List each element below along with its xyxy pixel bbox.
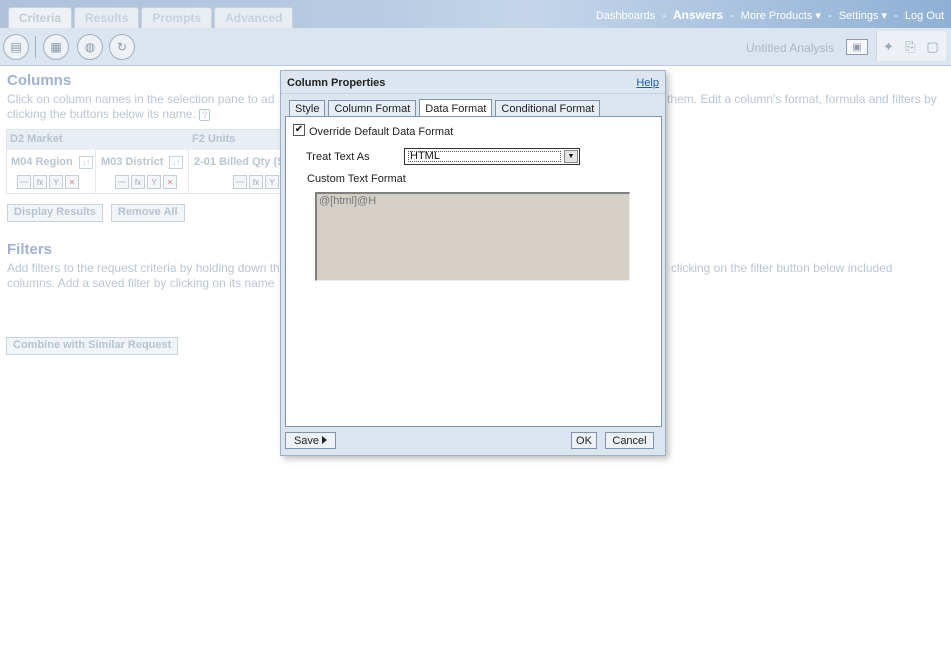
chevron-down-icon[interactable]: ▾ (815, 10, 821, 22)
formula-icon[interactable]: fx (249, 175, 263, 189)
delete-icon[interactable]: ✕ (65, 175, 79, 189)
columns-heading: Columns (7, 72, 72, 89)
nav-separator: - (827, 10, 832, 22)
dialog-titlebar: Column Properties Help (281, 71, 665, 94)
column-properties-icon[interactable]: 〰 (115, 175, 129, 189)
custom-format-textarea[interactable]: @[html]@H (315, 192, 630, 281)
column-properties-dialog: Column Properties Help Style Column Form… (280, 70, 666, 456)
treat-text-label: Treat Text As (306, 151, 370, 163)
custom-format-label: Custom Text Format (307, 173, 406, 185)
treat-text-select[interactable]: HTML ▼ (404, 148, 580, 165)
save-button[interactable]: Save (285, 432, 336, 449)
column-name[interactable]: 2-01 Billed Qty (S (194, 156, 284, 168)
column-name[interactable]: M04 Region (11, 156, 73, 168)
column-group-header: F2 Units (189, 130, 285, 150)
nav-separator: - (894, 10, 898, 22)
top-header: Criteria Results Prompts Advanced Dashbo… (0, 0, 951, 28)
filters-instructions-right: clicking on the filter button below incl… (671, 261, 893, 275)
dialog-title: Column Properties (287, 77, 386, 89)
data-format-panel: ✔ Override Default Data Format Treat Tex… (285, 116, 662, 427)
display-results-button[interactable]: Display Results (7, 204, 103, 222)
analysis-name: Untitled Analysis (746, 41, 835, 55)
columns-instructions-line2: clicking the buttons below its name. ? (7, 107, 211, 122)
new-analysis-icon[interactable]: ✦ (881, 39, 896, 54)
column-name[interactable]: M03 District (101, 156, 163, 168)
column-cell-region: M04 Region ↓↑ 〰 fx Y ✕ (7, 150, 96, 193)
chart-view-icon[interactable]: ◍ (77, 34, 103, 60)
editor-tabs: Criteria Results Prompts Advanced (8, 7, 294, 28)
filters-instructions: Add filters to the request criteria by h… (7, 261, 280, 275)
tab-conditional-format[interactable]: Conditional Format (495, 100, 601, 117)
selected-columns-grid: D2 Market F2 Units M04 Region ↓↑ 〰 fx Y … (6, 129, 286, 194)
tab-criteria[interactable]: Criteria (8, 7, 73, 28)
analysis-toolbar: ▤ ▦ ◍ ↻ Untitled Analysis ▣ (0, 28, 951, 66)
cancel-button[interactable]: Cancel (605, 432, 654, 449)
help-icon[interactable]: ? (199, 108, 211, 121)
formula-icon[interactable]: fx (33, 175, 47, 189)
dialog-tabs: Style Column Format Data Format Conditio… (289, 99, 601, 117)
column-cell-billed-qty: 2-01 Billed Qty (S 〰 fx Y (189, 150, 285, 193)
ok-button[interactable]: OK (571, 432, 597, 449)
sort-icon[interactable]: ↓↑ (169, 156, 183, 169)
tab-column-format[interactable]: Column Format (328, 100, 417, 117)
global-nav: Dashboards - Answers - More Products ▾ -… (596, 8, 944, 22)
table-view-icon[interactable]: ▦ (43, 34, 69, 60)
nav-settings-menu[interactable]: Settings (839, 10, 879, 22)
save-button-label: Save (293, 435, 320, 447)
columns-instructions-right: them. Edit a column's format, formula an… (667, 92, 937, 106)
column-properties-icon[interactable]: 〰 (233, 175, 247, 189)
remove-all-button[interactable]: Remove All (111, 204, 185, 222)
delete-icon[interactable]: ✕ (163, 175, 177, 189)
nav-more-products-menu[interactable]: More Products (741, 10, 813, 22)
save-disk-icon[interactable]: ▢ (925, 39, 940, 54)
columns-instructions: Click on column names in the selection p… (7, 92, 275, 106)
nav-logout-link[interactable]: Log Out (905, 10, 944, 22)
filter-icon[interactable]: Y (265, 175, 279, 189)
toolbar-right-group: ✦ ⎘ ▢ (876, 31, 946, 61)
chevron-down-icon[interactable]: ▼ (564, 150, 578, 163)
columns-instructions-text: clicking the buttons below its name. (7, 107, 196, 121)
override-format-checkbox[interactable]: ✔ (293, 124, 305, 136)
tab-data-format[interactable]: Data Format (419, 99, 493, 117)
formula-icon[interactable]: fx (131, 175, 145, 189)
nav-separator: - (662, 10, 666, 22)
filter-icon[interactable]: Y (147, 175, 161, 189)
tab-prompts[interactable]: Prompts (141, 7, 213, 28)
toolbar-divider (35, 36, 36, 58)
tab-style[interactable]: Style (289, 100, 326, 117)
filter-icon[interactable]: Y (49, 175, 63, 189)
nav-separator: - (730, 10, 734, 22)
focus-ring (408, 151, 561, 162)
nav-answers-link[interactable]: Answers (673, 8, 723, 22)
tab-advanced[interactable]: Advanced (214, 7, 294, 28)
filters-instructions-line2: columns. Add a saved filter by clicking … (7, 276, 275, 290)
override-format-label: Override Default Data Format (309, 126, 454, 138)
print-icon[interactable]: ▤ (3, 34, 29, 60)
sort-icon[interactable]: ↓↑ (79, 156, 93, 169)
nav-dashboards-link[interactable]: Dashboards (596, 10, 655, 22)
column-cell-district: M03 District ↓↑ 〰 fx Y ✕ (96, 150, 189, 193)
arrow-right-icon (322, 436, 328, 444)
save-analysis-icon[interactable]: ▣ (846, 39, 868, 55)
open-folder-icon[interactable]: ⎘ (903, 39, 918, 54)
chevron-down-icon[interactable]: ▾ (882, 10, 888, 22)
tab-results[interactable]: Results (74, 7, 140, 28)
filters-heading: Filters (7, 241, 53, 258)
dialog-help-link[interactable]: Help (636, 77, 659, 89)
refresh-icon[interactable]: ↻ (109, 34, 135, 60)
combine-request-button[interactable]: Combine with Similar Request (6, 337, 179, 355)
column-properties-icon[interactable]: 〰 (17, 175, 31, 189)
column-group-header: D2 Market (7, 130, 189, 150)
